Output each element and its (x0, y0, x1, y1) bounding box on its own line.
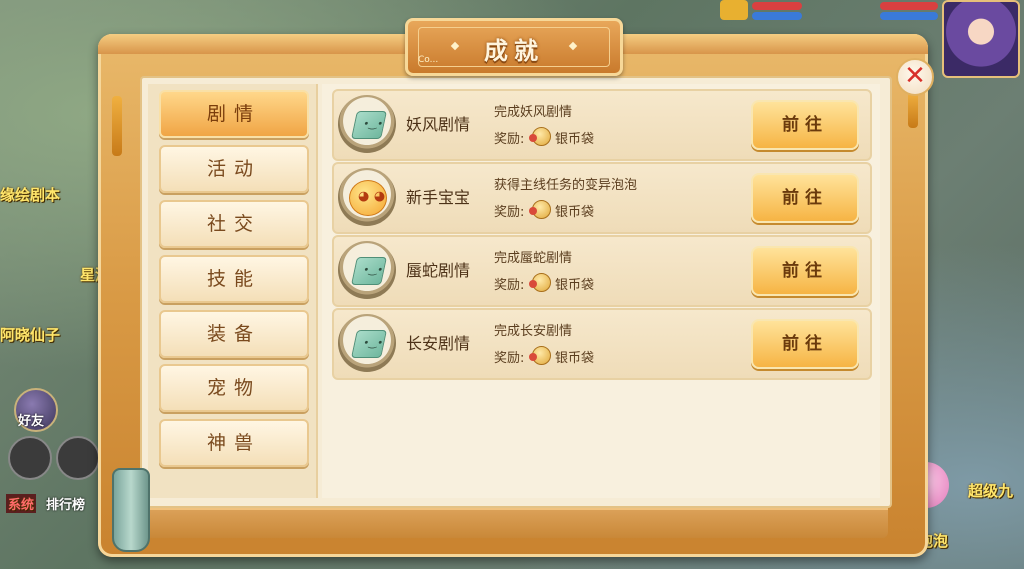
go-button[interactable]: 前往 (751, 173, 859, 223)
tab-activity[interactable]: 活动 (159, 145, 309, 193)
window-title: 成就 (484, 37, 544, 65)
reward-label: 奖励: (494, 205, 525, 220)
silver-bag-icon (529, 127, 551, 146)
hud-mp-bar[interactable] (752, 12, 802, 20)
silver-bag-icon (529, 273, 551, 292)
tab-divine-beast[interactable]: 神兽 (159, 419, 309, 467)
reward-label: 奖励: (494, 351, 525, 366)
vase-ornament (112, 468, 150, 552)
window-title-plaque: 成就 Co... (405, 18, 623, 76)
tab-pet[interactable]: 宠物 (159, 364, 309, 412)
hud-gold-indicator (720, 0, 748, 20)
achievement-desc: 完成妖风剧情 (494, 105, 573, 120)
scene-label-instance[interactable]: 缘绘剧本 (0, 184, 60, 205)
scroll-icon: •‿• (351, 111, 387, 139)
leaderboard-link[interactable]: 排行榜 (46, 494, 85, 513)
close-icon[interactable]: ✕ (896, 58, 934, 96)
reward-label: 奖励: (494, 132, 525, 147)
tab-story[interactable]: 剧情 (159, 90, 309, 138)
right-tassel-ornament (908, 92, 918, 128)
silver-bag-icon (529, 346, 551, 365)
go-button[interactable]: 前往 (751, 319, 859, 369)
player-avatar[interactable] (942, 0, 1020, 78)
achievement-row: •‿• 长安剧情 完成长安剧情 奖励: 银币袋 前往 (332, 308, 872, 380)
achievement-row: •‿• 妖风剧情 完成妖风剧情 奖励: 银币袋 前往 (332, 89, 872, 161)
tab-social[interactable]: 社交 (159, 200, 309, 248)
achievement-badge: •‿• (338, 95, 396, 153)
achievement-row: •‿• 蜃蛇剧情 完成蜃蛇剧情 奖励: 银币袋 前往 (332, 235, 872, 307)
hud-hp-bar[interactable] (752, 2, 802, 10)
friend-label[interactable]: 好友 (18, 410, 44, 429)
achievement-badge: •‿• (338, 314, 396, 372)
hud-party-mp-bar[interactable] (880, 12, 938, 20)
scene-label-player-super[interactable]: 超级九 (968, 480, 1013, 501)
reward-item: 银币袋 (555, 205, 595, 220)
scene-label-npc-fairy[interactable]: 阿晓仙子 (0, 324, 60, 345)
scroll-icon: •‿• (351, 257, 387, 285)
achievement-name: 新手宝宝 (406, 188, 471, 207)
achievement-desc: 完成长安剧情 (494, 324, 573, 339)
tab-equipment[interactable]: 装备 (159, 310, 309, 358)
achievement-name: 蜃蛇剧情 (406, 261, 471, 280)
go-button[interactable]: 前往 (751, 100, 859, 150)
chat-system-tag: 系统 (6, 494, 37, 513)
left-tassel-ornament (112, 96, 122, 156)
scroll-icon: •‿• (351, 330, 387, 358)
reward-item: 银币袋 (555, 132, 595, 147)
achievement-desc: 完成蜃蛇剧情 (494, 251, 573, 266)
panel-bottom-strip (140, 508, 888, 538)
chat-icon[interactable] (8, 436, 52, 480)
silver-bag-icon (529, 200, 551, 219)
voice-icon[interactable] (56, 436, 100, 480)
achievement-name: 长安剧情 (406, 334, 471, 353)
reward-label: 奖励: (494, 278, 525, 293)
achievement-badge: ◕ ◕ (338, 168, 396, 226)
tab-skill[interactable]: 技能 (159, 255, 309, 303)
achievement-name: 妖风剧情 (406, 115, 471, 134)
achievement-desc: 获得主线任务的变异泡泡 (494, 178, 638, 193)
achievement-badge: •‿• (338, 241, 396, 299)
reward-item: 银币袋 (555, 278, 595, 293)
pet-blob-icon: ◕ ◕ (349, 180, 387, 216)
hud-party-hp-bar[interactable] (880, 2, 938, 10)
reward-item: 银币袋 (555, 351, 595, 366)
go-button[interactable]: 前往 (751, 246, 859, 296)
window-title-sub: Co... (418, 55, 439, 65)
achievement-row: ◕ ◕ 新手宝宝 获得主线任务的变异泡泡 奖励: 银币袋 前往 (332, 162, 872, 234)
